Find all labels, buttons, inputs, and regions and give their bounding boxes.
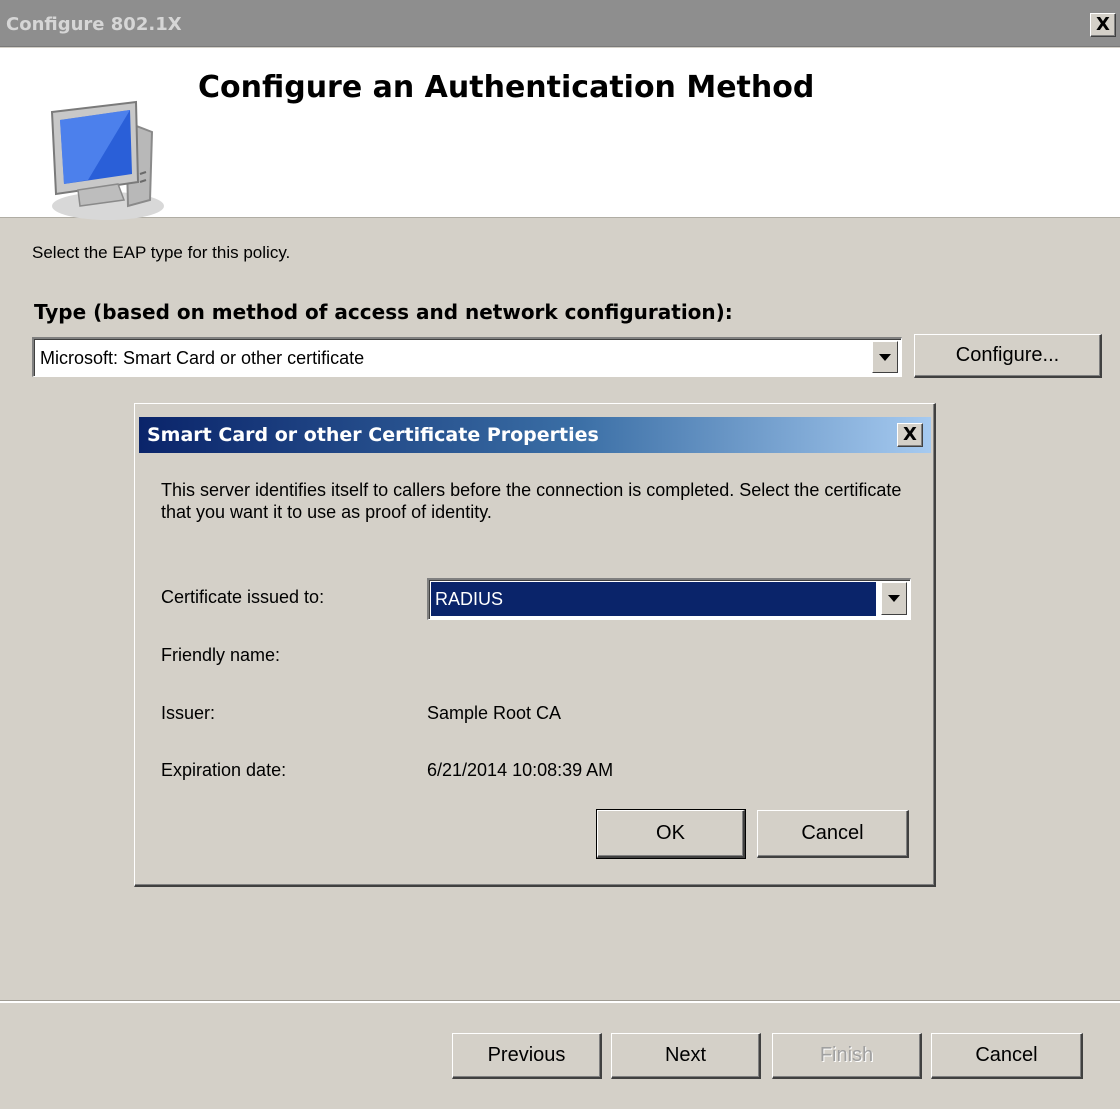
next-button[interactable]: Next xyxy=(611,1033,761,1079)
dialog-title: Smart Card or other Certificate Properti… xyxy=(147,424,599,446)
eap-type-dropdown-button[interactable] xyxy=(872,341,898,373)
close-icon: X xyxy=(903,424,917,445)
chevron-down-icon xyxy=(888,595,900,602)
certificate-value: RADIUS xyxy=(435,589,504,609)
eap-type-select[interactable]: Microsoft: Smart Card or other certifica… xyxy=(32,337,902,377)
window-close-button[interactable]: X xyxy=(1090,13,1116,37)
dialog-close-button[interactable]: X xyxy=(897,423,923,447)
friendly-name-label: Friendly name: xyxy=(161,645,281,665)
eap-type-value: Microsoft: Smart Card or other certifica… xyxy=(40,348,365,368)
dialog-cancel-button[interactable]: Cancel xyxy=(757,810,909,858)
window-titlebar: Configure 802.1X X xyxy=(0,0,1120,47)
close-icon: X xyxy=(1096,14,1110,35)
chevron-down-icon xyxy=(879,353,891,361)
page-heading: Configure an Authentication Method xyxy=(198,70,815,105)
wizard-header: Configure an Authentication Method xyxy=(0,48,1120,220)
configure-button[interactable]: Configure... xyxy=(914,334,1102,378)
expiration-date-label: Expiration date: xyxy=(161,760,287,780)
finish-button[interactable]: Finish xyxy=(772,1033,922,1079)
monitor-icon xyxy=(50,100,164,220)
certificate-properties-dialog: Smart Card or other Certificate Properti… xyxy=(134,403,936,887)
footer-divider-highlight xyxy=(0,1001,1120,1003)
dialog-titlebar: Smart Card or other Certificate Properti… xyxy=(139,417,931,453)
previous-button[interactable]: Previous xyxy=(452,1033,602,1079)
issuer-value: Sample Root CA xyxy=(427,703,562,723)
type-label: Type (based on method of access and netw… xyxy=(34,300,733,324)
cancel-button[interactable]: Cancel xyxy=(931,1033,1083,1079)
cert-issued-to-label: Certificate issued to: xyxy=(161,587,325,607)
intro-text: Select the EAP type for this policy. xyxy=(32,243,291,262)
dialog-description: This server identifies itself to callers… xyxy=(161,480,902,522)
certificate-dropdown-button[interactable] xyxy=(881,582,907,615)
ok-button[interactable]: OK xyxy=(596,809,746,859)
expiration-date-value: 6/21/2014 10:08:39 AM xyxy=(427,760,614,780)
issuer-label: Issuer: xyxy=(161,703,216,723)
window-title: Configure 802.1X xyxy=(6,14,182,35)
certificate-select[interactable]: RADIUS xyxy=(427,578,911,620)
